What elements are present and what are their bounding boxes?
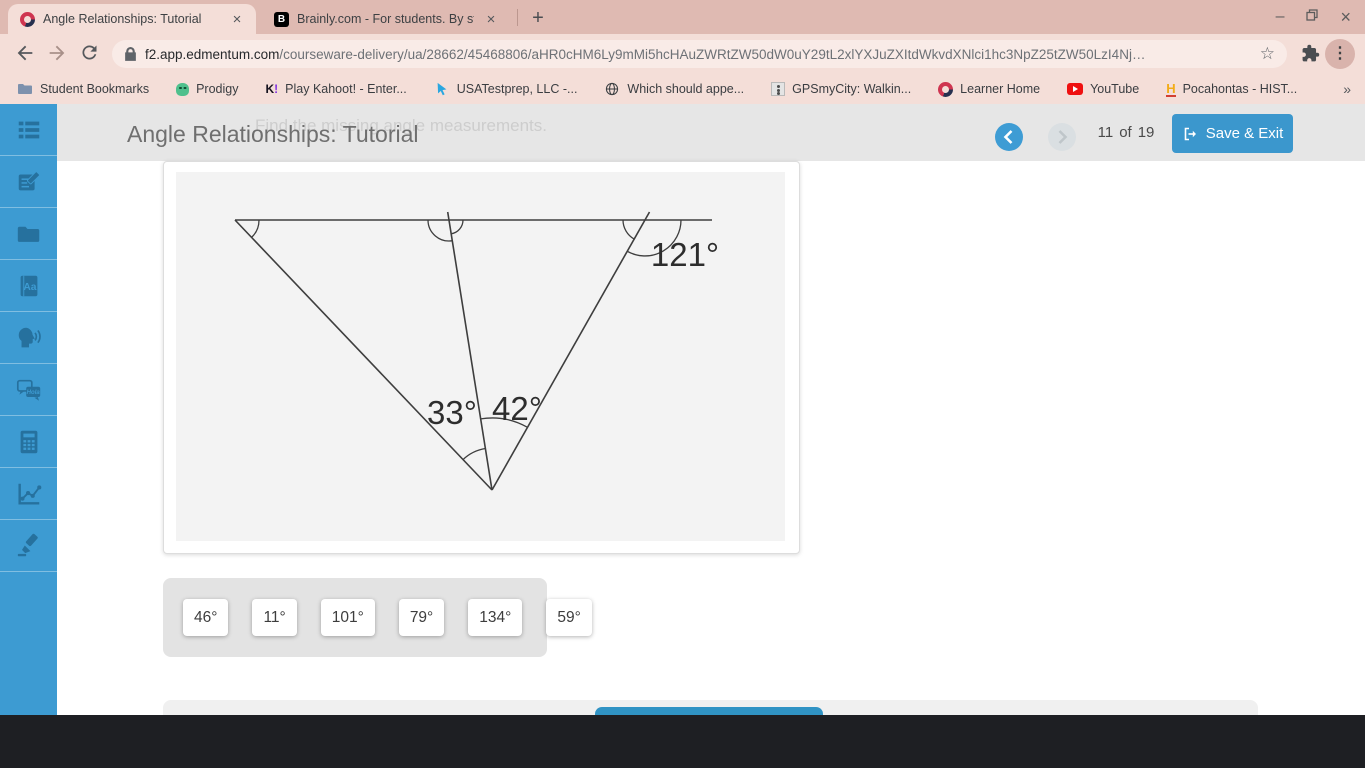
next-page-button[interactable] bbox=[1048, 123, 1076, 151]
angle-label-121: 121° bbox=[651, 236, 719, 273]
sidebar-item-toc[interactable] bbox=[0, 104, 57, 156]
restore-icon[interactable] bbox=[1306, 0, 1319, 34]
svg-text:Hola: Hola bbox=[26, 390, 40, 396]
tab-close-icon[interactable]: × bbox=[482, 11, 500, 28]
chevron-right-icon bbox=[1058, 130, 1068, 144]
browser-toolbar: f2.app.edmentum.com/courseware-delivery/… bbox=[0, 34, 1365, 74]
folder-icon bbox=[17, 226, 39, 242]
angle-figure: 121° 33° 42° bbox=[176, 172, 785, 541]
cursor-icon bbox=[434, 81, 450, 97]
page-counter: 11 of 19 bbox=[1097, 124, 1155, 141]
tab-separator bbox=[517, 9, 518, 26]
tab-brainly[interactable]: B Brainly.com - For students. By st × bbox=[262, 4, 510, 34]
sidebar-item-resources[interactable] bbox=[0, 208, 57, 260]
text-to-speech-icon bbox=[18, 327, 41, 347]
window-controls: – × bbox=[1276, 0, 1359, 34]
chevron-left-icon bbox=[1003, 130, 1013, 144]
bookmark-kahoot[interactable]: K! Play Kahoot! - Enter... bbox=[265, 82, 406, 96]
history-channel-icon: H bbox=[1166, 80, 1176, 97]
bookmarks-bar: Student Bookmarks Prodigy K! Play Kahoot… bbox=[0, 74, 1365, 104]
back-icon[interactable] bbox=[14, 42, 38, 66]
save-exit-button[interactable]: Save & Exit bbox=[1172, 114, 1293, 153]
svg-text:Aa: Aa bbox=[23, 282, 36, 293]
sidebar-item-highlighter[interactable] bbox=[0, 520, 57, 572]
globe-icon bbox=[604, 81, 620, 97]
close-icon[interactable]: × bbox=[1340, 0, 1351, 34]
sidebar-item-calculator[interactable] bbox=[0, 416, 57, 468]
browser-menu-icon[interactable]: ⋮ bbox=[1325, 39, 1355, 69]
minimize-icon[interactable]: – bbox=[1276, 0, 1285, 34]
calculator-icon bbox=[20, 430, 37, 453]
answer-options-tray: 46° 11° 101° 79° 134° 59° bbox=[163, 578, 592, 657]
bookmark-pocahontas[interactable]: H Pocahontas - HIST... bbox=[1166, 82, 1297, 97]
previous-page-button[interactable] bbox=[995, 123, 1023, 151]
extensions-puzzle-icon[interactable] bbox=[1301, 44, 1325, 68]
bookmark-student-bookmarks[interactable]: Student Bookmarks bbox=[17, 81, 149, 97]
page-title: Angle Relationships: Tutorial bbox=[127, 121, 419, 147]
gpsmycity-icon bbox=[771, 82, 786, 96]
progress-chart-icon bbox=[17, 483, 41, 505]
bookmark-prodigy[interactable]: Prodigy bbox=[176, 82, 238, 96]
angle-figure-svg: 121° 33° 42° bbox=[234, 211, 719, 491]
answer-chip-134[interactable]: 134° bbox=[468, 599, 523, 636]
sidebar-item-progress[interactable] bbox=[0, 468, 57, 520]
new-tab-button[interactable]: + bbox=[524, 5, 552, 33]
url-text: f2.app.edmentum.com/courseware-delivery/… bbox=[145, 46, 1146, 62]
edmentum-icon bbox=[938, 81, 954, 97]
angle-label-33: 33° bbox=[427, 394, 477, 431]
answer-chip-79[interactable]: 79° bbox=[398, 599, 445, 636]
glossary-icon: Aa bbox=[20, 275, 37, 296]
bookmark-star-icon[interactable]: ☆ bbox=[1260, 44, 1275, 64]
tab-strip: Angle Relationships: Tutorial × B Brainl… bbox=[0, 0, 1365, 34]
bookmark-which-should[interactable]: Which should appe... bbox=[604, 81, 744, 97]
notes-icon bbox=[18, 170, 40, 190]
edmentum-favicon-icon bbox=[20, 11, 35, 27]
highlighter-icon bbox=[17, 533, 38, 556]
toc-list-icon bbox=[18, 121, 39, 138]
angle-label-42: 42° bbox=[492, 390, 542, 427]
lesson-header: Find the missing angle measurements. Ang… bbox=[57, 104, 1365, 161]
tab-title: Angle Relationships: Tutorial bbox=[43, 12, 202, 26]
chromeos-shelf: Sign out 1 9:49 bbox=[0, 715, 1365, 768]
exit-icon bbox=[1184, 127, 1196, 140]
answer-chip-59[interactable]: 59° bbox=[546, 599, 592, 636]
tab-close-icon[interactable]: × bbox=[228, 11, 246, 28]
brainly-favicon-icon: B bbox=[274, 11, 289, 27]
folder-icon bbox=[17, 81, 33, 97]
lesson-sidebar: Aa Hola bbox=[0, 104, 57, 715]
answer-chip-46[interactable]: 46° bbox=[183, 599, 229, 636]
bookmark-learner-home[interactable]: Learner Home bbox=[938, 81, 1040, 97]
answer-chip-11[interactable]: 11° bbox=[252, 599, 297, 636]
sidebar-item-translate[interactable]: Hola bbox=[0, 364, 57, 416]
bookmark-usatestprep[interactable]: USATestprep, LLC -... bbox=[434, 81, 577, 97]
translate-icon: Hola bbox=[16, 379, 40, 401]
youtube-icon bbox=[1067, 83, 1084, 95]
tab-title: Brainly.com - For students. By st bbox=[297, 12, 474, 26]
bookmark-gpsmycity[interactable]: GPSmyCity: Walkin... bbox=[771, 82, 911, 96]
answer-chip-101[interactable]: 101° bbox=[320, 599, 375, 636]
lock-icon bbox=[125, 46, 136, 61]
url-bar[interactable]: f2.app.edmentum.com/courseware-delivery/… bbox=[112, 40, 1287, 68]
kahoot-icon: K! bbox=[265, 82, 279, 96]
forward-icon[interactable] bbox=[46, 42, 70, 66]
prodigy-icon bbox=[176, 82, 190, 96]
question-figure-card: 121° 33° 42° bbox=[163, 161, 800, 554]
screen: Angle Relationships: Tutorial × B Brainl… bbox=[0, 0, 1365, 768]
bookmarks-overflow-chevron[interactable]: » bbox=[1343, 81, 1351, 97]
reload-icon[interactable] bbox=[79, 42, 103, 66]
tab-angle-relationships[interactable]: Angle Relationships: Tutorial × bbox=[8, 4, 256, 34]
bookmark-youtube[interactable]: YouTube bbox=[1067, 82, 1139, 96]
sidebar-item-text-to-speech[interactable] bbox=[0, 312, 57, 364]
sidebar-item-glossary[interactable]: Aa bbox=[0, 260, 57, 312]
sidebar-item-notes[interactable] bbox=[0, 156, 57, 208]
